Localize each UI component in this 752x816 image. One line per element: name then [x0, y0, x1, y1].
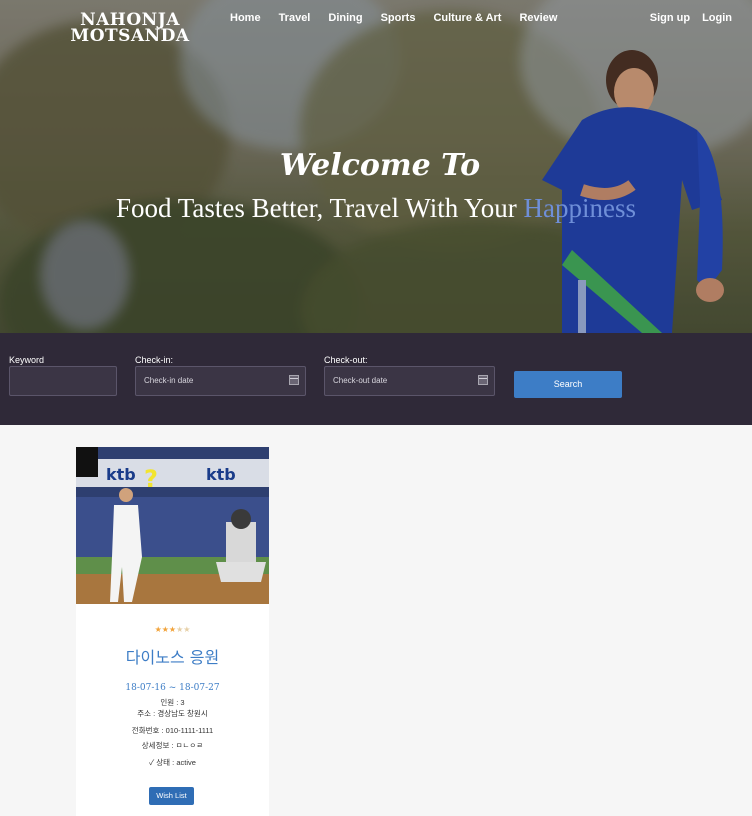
card-people: 인원 : 3: [160, 698, 185, 707]
checkout-placeholder: Check-out date: [333, 376, 388, 385]
card-title[interactable]: 다이노스 응원: [76, 644, 269, 668]
card-address: 주소 : 경상남도 창원시: [137, 709, 208, 718]
rating-stars: ★★★★★: [76, 625, 269, 634]
calendar-icon[interactable]: [289, 375, 299, 385]
checkout-label: Check-out:: [324, 355, 368, 365]
card-dates: 18-07-16 ~ 18-07-27: [125, 683, 220, 693]
listing-card: ktb ktb ? ★★★★★ 다이노스 응원 18-07-16 ~ 18-07…: [76, 447, 269, 816]
star-icon: ★: [183, 625, 191, 634]
hero-banner: NAHONJA MOTSANDA Home Travel Dining Spor…: [0, 0, 752, 333]
logo-line-2: MOTSANDA: [70, 26, 190, 46]
nav-travel[interactable]: Travel: [279, 12, 311, 24]
card-phone: 전화번호 : 010-1111-1111: [131, 726, 214, 735]
svg-text:?: ?: [144, 465, 158, 493]
tagline-main: Food Tastes Better, Travel With Your: [116, 193, 524, 223]
site-logo[interactable]: NAHONJA MOTSANDA: [70, 12, 190, 46]
auth-links: Sign up Login: [638, 12, 732, 24]
card-status: ✓ 상태 : active: [76, 757, 269, 768]
listing-image[interactable]: ktb ktb ?: [76, 447, 269, 604]
banner-text-right: ktb: [206, 465, 236, 484]
signup-link[interactable]: Sign up: [650, 12, 690, 24]
checkin-placeholder: Check-in date: [144, 376, 194, 385]
star-icon: ★: [168, 625, 177, 634]
hero-tagline: Food Tastes Better, Travel With Your Hap…: [0, 193, 752, 224]
nav-review[interactable]: Review: [519, 12, 557, 24]
wish-list-button[interactable]: Wish List: [149, 787, 194, 805]
main-nav: Home Travel Dining Sports Culture & Art …: [230, 12, 575, 24]
nav-dining[interactable]: Dining: [328, 12, 362, 24]
login-link[interactable]: Login: [702, 12, 732, 24]
banner-text-left: ktb: [106, 465, 136, 484]
search-button[interactable]: Search: [514, 371, 622, 398]
nav-culture-art[interactable]: Culture & Art: [433, 12, 501, 24]
hero-welcome: Welcome To: [279, 148, 481, 183]
keyword-input[interactable]: [9, 366, 117, 396]
checkin-input[interactable]: Check-in date: [135, 366, 306, 396]
tagline-highlight: Happiness: [523, 193, 636, 223]
star-icon: ★: [161, 625, 169, 634]
calendar-icon[interactable]: [478, 375, 488, 385]
checkin-label: Check-in:: [135, 355, 174, 365]
search-bar: Keyword Check-in: Check-in date Check-ou…: [0, 333, 752, 425]
card-status-text: 상태 : active: [156, 758, 196, 767]
card-details: 상세정보 : ㅁㄴㅇㄹ: [141, 741, 204, 750]
checkout-input[interactable]: Check-out date: [324, 366, 495, 396]
keyword-label: Keyword: [9, 355, 45, 365]
nav-sports[interactable]: Sports: [381, 12, 416, 24]
nav-home[interactable]: Home: [230, 12, 261, 24]
star-icon: ★: [154, 625, 162, 634]
